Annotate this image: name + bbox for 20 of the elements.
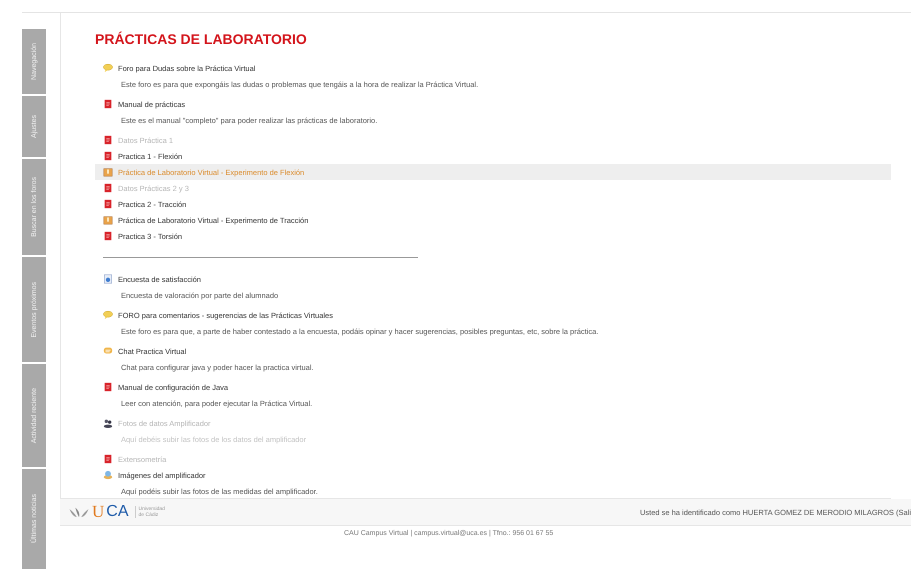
leaves-icon: [68, 505, 90, 519]
speech-bubble-icon: [103, 310, 113, 320]
chat-icon: [103, 346, 113, 356]
package-icon: [103, 167, 113, 177]
document-icon: [103, 454, 113, 464]
survey-icon: [103, 274, 113, 284]
document-icon: [103, 99, 113, 109]
people-icon: [103, 418, 113, 428]
logo-text: U: [92, 502, 104, 522]
document-icon: [103, 135, 113, 145]
document-icon: [103, 382, 113, 392]
upload-icon: [103, 470, 113, 480]
document-icon: [103, 231, 113, 241]
document-icon: [103, 151, 113, 161]
package-icon: [103, 215, 113, 225]
document-icon: [103, 183, 113, 193]
section-title: PRÁCTICAS DE LABORATORIO: [95, 31, 308, 47]
document-icon: [103, 199, 113, 209]
logo-text: CA: [106, 503, 129, 521]
speech-bubble-icon: [103, 63, 113, 73]
